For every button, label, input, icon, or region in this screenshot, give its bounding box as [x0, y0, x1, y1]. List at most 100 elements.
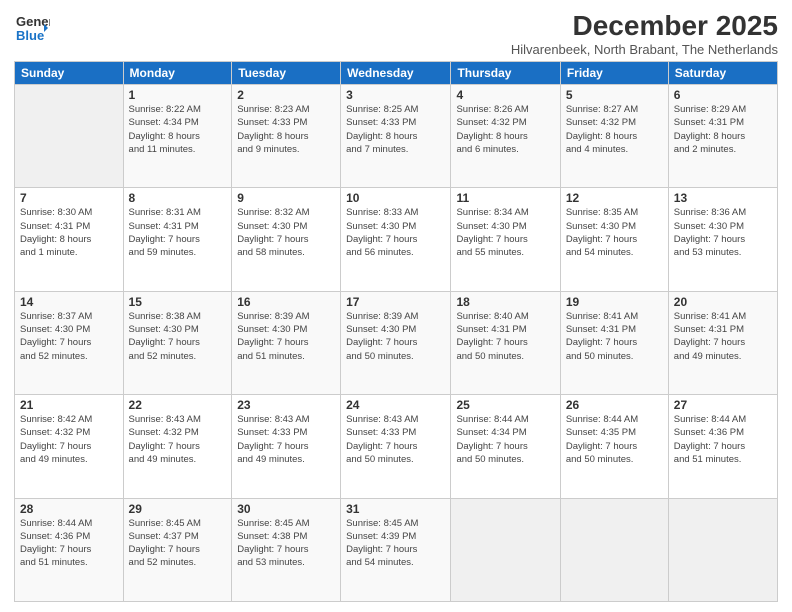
- day-number: 22: [129, 398, 227, 412]
- day-info: Sunrise: 8:25 AM Sunset: 4:33 PM Dayligh…: [346, 103, 445, 156]
- calendar-cell: 20Sunrise: 8:41 AM Sunset: 4:31 PM Dayli…: [668, 291, 777, 394]
- svg-text:Blue: Blue: [16, 28, 44, 43]
- day-number: 15: [129, 295, 227, 309]
- day-info: Sunrise: 8:26 AM Sunset: 4:32 PM Dayligh…: [456, 103, 554, 156]
- day-number: 17: [346, 295, 445, 309]
- day-info: Sunrise: 8:44 AM Sunset: 4:34 PM Dayligh…: [456, 413, 554, 466]
- day-info: Sunrise: 8:22 AM Sunset: 4:34 PM Dayligh…: [129, 103, 227, 156]
- calendar-cell: 21Sunrise: 8:42 AM Sunset: 4:32 PM Dayli…: [15, 395, 124, 498]
- day-info: Sunrise: 8:35 AM Sunset: 4:30 PM Dayligh…: [566, 206, 663, 259]
- day-info: Sunrise: 8:45 AM Sunset: 4:37 PM Dayligh…: [129, 517, 227, 570]
- calendar-cell: 18Sunrise: 8:40 AM Sunset: 4:31 PM Dayli…: [451, 291, 560, 394]
- day-info: Sunrise: 8:41 AM Sunset: 4:31 PM Dayligh…: [566, 310, 663, 363]
- day-info: Sunrise: 8:42 AM Sunset: 4:32 PM Dayligh…: [20, 413, 118, 466]
- calendar-week-5: 28Sunrise: 8:44 AM Sunset: 4:36 PM Dayli…: [15, 498, 778, 601]
- day-number: 12: [566, 191, 663, 205]
- calendar-cell: 22Sunrise: 8:43 AM Sunset: 4:32 PM Dayli…: [123, 395, 232, 498]
- calendar-header-monday: Monday: [123, 62, 232, 85]
- day-number: 8: [129, 191, 227, 205]
- day-number: 13: [674, 191, 772, 205]
- day-info: Sunrise: 8:45 AM Sunset: 4:38 PM Dayligh…: [237, 517, 335, 570]
- subtitle: Hilvarenbeek, North Brabant, The Netherl…: [511, 42, 778, 57]
- calendar-cell: [451, 498, 560, 601]
- calendar-week-1: 1Sunrise: 8:22 AM Sunset: 4:34 PM Daylig…: [15, 85, 778, 188]
- day-number: 1: [129, 88, 227, 102]
- day-number: 28: [20, 502, 118, 516]
- day-number: 26: [566, 398, 663, 412]
- day-number: 20: [674, 295, 772, 309]
- calendar-cell: 3Sunrise: 8:25 AM Sunset: 4:33 PM Daylig…: [341, 85, 451, 188]
- day-info: Sunrise: 8:39 AM Sunset: 4:30 PM Dayligh…: [346, 310, 445, 363]
- day-number: 30: [237, 502, 335, 516]
- day-info: Sunrise: 8:29 AM Sunset: 4:31 PM Dayligh…: [674, 103, 772, 156]
- calendar-cell: 14Sunrise: 8:37 AM Sunset: 4:30 PM Dayli…: [15, 291, 124, 394]
- calendar-cell: 4Sunrise: 8:26 AM Sunset: 4:32 PM Daylig…: [451, 85, 560, 188]
- calendar-cell: 7Sunrise: 8:30 AM Sunset: 4:31 PM Daylig…: [15, 188, 124, 291]
- calendar-header-sunday: Sunday: [15, 62, 124, 85]
- calendar-cell: [560, 498, 668, 601]
- day-number: 31: [346, 502, 445, 516]
- day-info: Sunrise: 8:38 AM Sunset: 4:30 PM Dayligh…: [129, 310, 227, 363]
- calendar-cell: 16Sunrise: 8:39 AM Sunset: 4:30 PM Dayli…: [232, 291, 341, 394]
- day-info: Sunrise: 8:33 AM Sunset: 4:30 PM Dayligh…: [346, 206, 445, 259]
- title-block: December 2025 Hilvarenbeek, North Braban…: [511, 10, 778, 57]
- day-info: Sunrise: 8:34 AM Sunset: 4:30 PM Dayligh…: [456, 206, 554, 259]
- day-info: Sunrise: 8:31 AM Sunset: 4:31 PM Dayligh…: [129, 206, 227, 259]
- day-number: 21: [20, 398, 118, 412]
- calendar-table: SundayMondayTuesdayWednesdayThursdayFrid…: [14, 61, 778, 602]
- calendar-cell: 8Sunrise: 8:31 AM Sunset: 4:31 PM Daylig…: [123, 188, 232, 291]
- day-number: 23: [237, 398, 335, 412]
- day-number: 10: [346, 191, 445, 205]
- calendar-cell: 25Sunrise: 8:44 AM Sunset: 4:34 PM Dayli…: [451, 395, 560, 498]
- day-info: Sunrise: 8:44 AM Sunset: 4:36 PM Dayligh…: [674, 413, 772, 466]
- day-info: Sunrise: 8:32 AM Sunset: 4:30 PM Dayligh…: [237, 206, 335, 259]
- calendar-week-4: 21Sunrise: 8:42 AM Sunset: 4:32 PM Dayli…: [15, 395, 778, 498]
- calendar-cell: 28Sunrise: 8:44 AM Sunset: 4:36 PM Dayli…: [15, 498, 124, 601]
- calendar-week-3: 14Sunrise: 8:37 AM Sunset: 4:30 PM Dayli…: [15, 291, 778, 394]
- calendar-cell: 19Sunrise: 8:41 AM Sunset: 4:31 PM Dayli…: [560, 291, 668, 394]
- header: General Blue December 2025 Hilvarenbeek,…: [14, 10, 778, 57]
- calendar-cell: 5Sunrise: 8:27 AM Sunset: 4:32 PM Daylig…: [560, 85, 668, 188]
- day-info: Sunrise: 8:30 AM Sunset: 4:31 PM Dayligh…: [20, 206, 118, 259]
- main-title: December 2025: [511, 10, 778, 42]
- day-info: Sunrise: 8:23 AM Sunset: 4:33 PM Dayligh…: [237, 103, 335, 156]
- calendar-cell: [668, 498, 777, 601]
- calendar-cell: 12Sunrise: 8:35 AM Sunset: 4:30 PM Dayli…: [560, 188, 668, 291]
- day-info: Sunrise: 8:41 AM Sunset: 4:31 PM Dayligh…: [674, 310, 772, 363]
- day-info: Sunrise: 8:44 AM Sunset: 4:35 PM Dayligh…: [566, 413, 663, 466]
- calendar-header-saturday: Saturday: [668, 62, 777, 85]
- calendar-cell: 6Sunrise: 8:29 AM Sunset: 4:31 PM Daylig…: [668, 85, 777, 188]
- day-number: 19: [566, 295, 663, 309]
- calendar-header-row: SundayMondayTuesdayWednesdayThursdayFrid…: [15, 62, 778, 85]
- calendar-cell: 31Sunrise: 8:45 AM Sunset: 4:39 PM Dayli…: [341, 498, 451, 601]
- calendar-cell: 15Sunrise: 8:38 AM Sunset: 4:30 PM Dayli…: [123, 291, 232, 394]
- calendar-cell: 9Sunrise: 8:32 AM Sunset: 4:30 PM Daylig…: [232, 188, 341, 291]
- calendar-header-tuesday: Tuesday: [232, 62, 341, 85]
- day-info: Sunrise: 8:39 AM Sunset: 4:30 PM Dayligh…: [237, 310, 335, 363]
- day-number: 5: [566, 88, 663, 102]
- day-number: 6: [674, 88, 772, 102]
- day-number: 16: [237, 295, 335, 309]
- calendar-cell: 29Sunrise: 8:45 AM Sunset: 4:37 PM Dayli…: [123, 498, 232, 601]
- day-info: Sunrise: 8:43 AM Sunset: 4:32 PM Dayligh…: [129, 413, 227, 466]
- calendar-cell: 1Sunrise: 8:22 AM Sunset: 4:34 PM Daylig…: [123, 85, 232, 188]
- day-info: Sunrise: 8:36 AM Sunset: 4:30 PM Dayligh…: [674, 206, 772, 259]
- logo-svg: General Blue: [14, 10, 50, 46]
- day-info: Sunrise: 8:40 AM Sunset: 4:31 PM Dayligh…: [456, 310, 554, 363]
- calendar-header-wednesday: Wednesday: [341, 62, 451, 85]
- day-info: Sunrise: 8:37 AM Sunset: 4:30 PM Dayligh…: [20, 310, 118, 363]
- day-number: 27: [674, 398, 772, 412]
- logo: General Blue: [14, 10, 50, 46]
- day-number: 9: [237, 191, 335, 205]
- day-number: 18: [456, 295, 554, 309]
- calendar-cell: 2Sunrise: 8:23 AM Sunset: 4:33 PM Daylig…: [232, 85, 341, 188]
- day-number: 14: [20, 295, 118, 309]
- calendar-cell: 13Sunrise: 8:36 AM Sunset: 4:30 PM Dayli…: [668, 188, 777, 291]
- day-info: Sunrise: 8:43 AM Sunset: 4:33 PM Dayligh…: [346, 413, 445, 466]
- day-number: 7: [20, 191, 118, 205]
- calendar-header-friday: Friday: [560, 62, 668, 85]
- calendar-header-thursday: Thursday: [451, 62, 560, 85]
- calendar-cell: 24Sunrise: 8:43 AM Sunset: 4:33 PM Dayli…: [341, 395, 451, 498]
- calendar-cell: 26Sunrise: 8:44 AM Sunset: 4:35 PM Dayli…: [560, 395, 668, 498]
- calendar-cell: 23Sunrise: 8:43 AM Sunset: 4:33 PM Dayli…: [232, 395, 341, 498]
